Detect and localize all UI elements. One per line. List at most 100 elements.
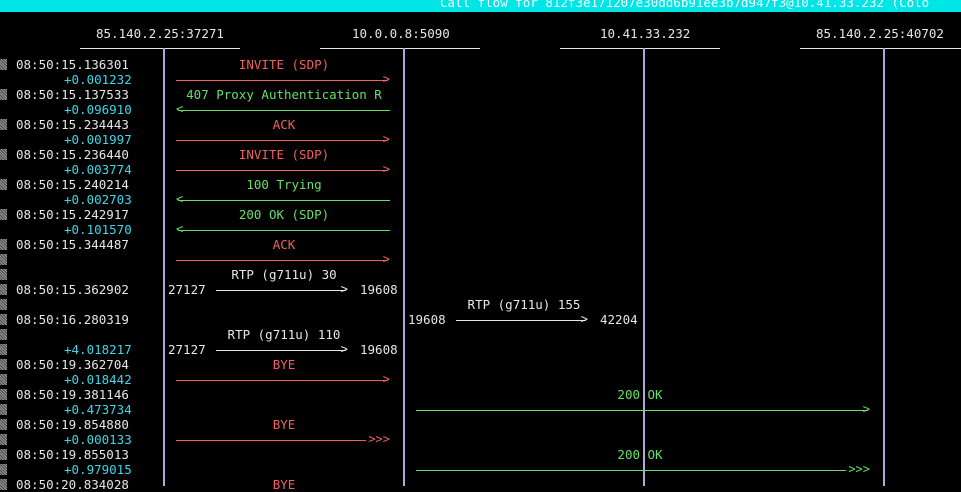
- message-label[interactable]: BYE: [170, 357, 398, 372]
- message-label[interactable]: INVITE (SDP): [170, 147, 398, 162]
- delta-time: +0.003774: [64, 162, 132, 177]
- endpoint-header-3: 10.41.33.232: [600, 26, 691, 41]
- message-arrow-row: +0.002703 <: [0, 192, 961, 207]
- message-row[interactable]: 08:50:19.854880 BYE: [0, 417, 961, 432]
- delta-time: +0.001232: [64, 72, 132, 87]
- timestamp: 08:50:19.855013: [16, 447, 129, 462]
- message-row[interactable]: 08:50:19.381146 200 OK: [0, 387, 961, 402]
- rtp-dst-port: 19608: [360, 282, 398, 297]
- endpoint-underline-2: [320, 48, 480, 49]
- row-marker: [0, 239, 7, 250]
- timestamp: 08:50:15.344487: [16, 237, 129, 252]
- message-row[interactable]: 08:50:19.362704 BYE: [0, 357, 961, 372]
- row-marker: [0, 59, 7, 70]
- rtp-dst-port: 19608: [360, 342, 398, 357]
- arrow-left: <: [176, 192, 390, 207]
- row-marker: [0, 299, 7, 310]
- timestamp: 08:50:15.240214: [16, 177, 129, 192]
- endpoint-underline-4: [800, 48, 961, 49]
- message-label[interactable]: ACK: [170, 117, 398, 132]
- rtp-arrow: >: [216, 282, 348, 297]
- message-row[interactable]: 08:50:15.136301 INVITE (SDP): [0, 57, 961, 72]
- title-bar: Call flow for 812f3e171207e30dd6b91ee3b7…: [0, 0, 961, 12]
- message-label[interactable]: BYE: [170, 477, 398, 492]
- arrow-right: >: [416, 402, 870, 417]
- timestamp: 08:50:20.834028: [16, 477, 129, 492]
- endpoint-header-4: 85.140.2.25:40702: [816, 26, 944, 41]
- arrow-right: >: [176, 162, 390, 177]
- row-marker: [0, 374, 7, 385]
- message-row[interactable]: 08:50:15.344487 ACK: [0, 237, 961, 252]
- delta-time: +0.001997: [64, 132, 132, 147]
- arrow-head: >>>: [848, 462, 870, 476]
- row-marker: [0, 314, 7, 325]
- row-marker: [0, 359, 7, 370]
- arrow-head: >>>: [368, 432, 390, 446]
- message-row[interactable]: 08:50:19.855013 200 OK: [0, 447, 961, 462]
- rtp-src-port: 19608: [408, 312, 446, 327]
- arrow-left: <: [176, 102, 390, 117]
- delta-time: +0.018442: [64, 372, 132, 387]
- endpoint-header-2: 10.0.0.8:5090: [352, 26, 450, 41]
- message-row[interactable]: 08:50:15.236440 INVITE (SDP): [0, 147, 961, 162]
- rtp-label-row: RTP (g711u) 110: [0, 327, 961, 342]
- message-row[interactable]: 08:50:15.137533 407 Proxy Authentication…: [0, 87, 961, 102]
- message-label[interactable]: ACK: [170, 237, 398, 252]
- message-arrow-row: +0.018442 >: [0, 372, 961, 387]
- rtp-label[interactable]: RTP (g711u) 155: [410, 297, 638, 312]
- arrow-left: <: [176, 222, 390, 237]
- message-arrow-row: +0.003774 >: [0, 162, 961, 177]
- rtp-src-port: 27127: [168, 342, 206, 357]
- delta-time: +0.000133: [64, 432, 132, 447]
- row-marker: [0, 329, 7, 340]
- message-label[interactable]: BYE: [170, 417, 398, 432]
- rtp-row[interactable]: 08:50:16.280319 19608 > 42204: [0, 312, 961, 327]
- timestamp: 08:50:16.280319: [16, 312, 129, 327]
- rtp-row[interactable]: +4.018217 27127 > 19608: [0, 342, 961, 357]
- message-label[interactable]: 200 OK: [416, 447, 864, 462]
- timestamp: 08:50:15.236440: [16, 147, 129, 162]
- rtp-dst-port: 42204: [600, 312, 638, 327]
- window-title: Call flow for 812f3e171207e30dd6b91ee3b7…: [440, 0, 930, 10]
- message-row[interactable]: 08:50:15.240214 100 Trying: [0, 177, 961, 192]
- message-label[interactable]: 200 OK (SDP): [170, 207, 398, 222]
- arrow-right: >>>: [176, 432, 390, 447]
- timestamp: 08:50:15.137533: [16, 87, 129, 102]
- message-row[interactable]: 08:50:20.834028 BYE: [0, 477, 961, 492]
- timestamp: 08:50:19.854880: [16, 417, 129, 432]
- row-marker: [0, 389, 7, 400]
- delta-time: +0.101570: [64, 222, 132, 237]
- delta-time: +0.979015: [64, 462, 132, 477]
- message-label[interactable]: 200 OK: [416, 387, 864, 402]
- timestamp: 08:50:15.242917: [16, 207, 129, 222]
- endpoint-header-1: 85.140.2.25:37271: [96, 26, 224, 41]
- timestamp: 08:50:19.381146: [16, 387, 129, 402]
- delta-time: +0.002703: [64, 192, 132, 207]
- arrow-head: >: [862, 402, 870, 416]
- message-label[interactable]: 407 Proxy Authentication R: [170, 87, 398, 102]
- arrow-right: >: [176, 372, 390, 387]
- row-marker: [0, 479, 7, 490]
- message-label[interactable]: INVITE (SDP): [170, 57, 398, 72]
- message-arrow-row: >: [0, 252, 961, 267]
- timestamp: 08:50:15.362902: [16, 282, 129, 297]
- message-label[interactable]: 100 Trying: [170, 177, 398, 192]
- rtp-label-row: RTP (g711u) 155: [0, 297, 961, 312]
- row-marker: [0, 269, 7, 280]
- message-arrow-row: +0.101570 <: [0, 222, 961, 237]
- message-row[interactable]: 08:50:15.242917 200 OK (SDP): [0, 207, 961, 222]
- message-arrow-row: +0.001997 >: [0, 132, 961, 147]
- row-marker: [0, 419, 7, 430]
- endpoint-underline-1: [80, 48, 240, 49]
- rtp-row[interactable]: 08:50:15.362902 27127 > 19608: [0, 282, 961, 297]
- rtp-label[interactable]: RTP (g711u) 30: [170, 267, 398, 282]
- row-marker: [0, 284, 7, 295]
- row-marker: [0, 344, 7, 355]
- row-marker: [0, 404, 7, 415]
- arrow-right: >: [176, 72, 390, 87]
- message-row[interactable]: 08:50:15.234443 ACK: [0, 117, 961, 132]
- arrow-head: >: [382, 372, 390, 386]
- rtp-arrow: >: [456, 312, 588, 327]
- row-marker: [0, 119, 7, 130]
- rtp-label[interactable]: RTP (g711u) 110: [170, 327, 398, 342]
